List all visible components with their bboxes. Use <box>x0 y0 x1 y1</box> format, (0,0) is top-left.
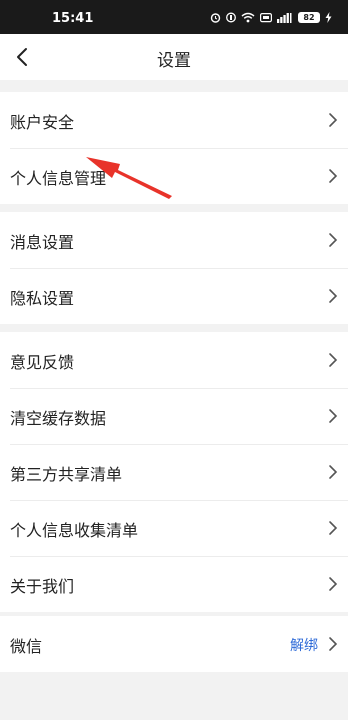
row-label: 消息设置 <box>10 233 75 252</box>
vibrate-icon <box>226 12 236 22</box>
battery-level: 82 <box>303 12 315 22</box>
status-bar: 15:41 82 <box>0 0 348 34</box>
row-personal-info-collection[interactable]: 个人信息收集清单 <box>0 500 348 556</box>
row-wechat[interactable]: 微信 解绑 <box>0 616 348 672</box>
row-message-settings[interactable]: 消息设置 <box>0 212 348 268</box>
chevron-right-icon <box>329 169 338 183</box>
chevron-right-icon <box>329 409 338 423</box>
row-label: 第三方共享清单 <box>10 465 123 484</box>
chevron-right-icon <box>329 113 338 127</box>
settings-group-privacy: 消息设置 隐私设置 <box>0 212 348 324</box>
status-icons: 82 <box>210 10 332 24</box>
row-clear-cache[interactable]: 清空缓存数据 <box>0 388 348 444</box>
row-about-us[interactable]: 关于我们 <box>0 556 348 612</box>
row-personal-info-management[interactable]: 个人信息管理 <box>0 148 348 204</box>
row-feedback[interactable]: 意见反馈 <box>0 332 348 388</box>
unbind-link[interactable]: 解绑 <box>290 635 318 655</box>
row-third-party-sharing[interactable]: 第三方共享清单 <box>0 444 348 500</box>
nav-bar: 设置 <box>0 34 348 80</box>
alarm-icon <box>210 12 221 23</box>
row-label: 微信 <box>10 637 43 656</box>
row-privacy-settings[interactable]: 隐私设置 <box>0 268 348 324</box>
battery-icon: 82 <box>298 11 320 23</box>
row-label: 意见反馈 <box>10 353 75 372</box>
hd-icon <box>260 12 272 22</box>
chevron-right-icon <box>329 521 338 535</box>
chevron-right-icon <box>329 577 338 591</box>
settings-group-general: 意见反馈 清空缓存数据 第三方共享清单 个人信息收集清单 关于我们 <box>0 332 348 612</box>
settings-group-account: 账户安全 个人信息管理 <box>0 92 348 204</box>
chevron-right-icon <box>329 233 338 247</box>
row-label: 清空缓存数据 <box>10 409 107 428</box>
row-label: 隐私设置 <box>10 289 75 308</box>
signal-icon <box>277 12 292 23</box>
row-account-security[interactable]: 账户安全 <box>0 92 348 148</box>
chevron-right-icon <box>329 289 338 303</box>
row-label: 关于我们 <box>10 577 75 596</box>
chevron-right-icon <box>329 637 338 651</box>
wifi-icon <box>241 12 255 22</box>
chevron-right-icon <box>329 465 338 479</box>
row-label: 账户安全 <box>10 113 75 132</box>
page-title: 设置 <box>157 51 191 71</box>
charging-icon <box>325 11 332 23</box>
row-label: 个人信息管理 <box>10 169 107 188</box>
chevron-right-icon <box>329 353 338 367</box>
status-time: 15:41 <box>52 11 94 26</box>
row-label: 个人信息收集清单 <box>10 521 139 540</box>
settings-group-bindings: 微信 解绑 <box>0 616 348 672</box>
